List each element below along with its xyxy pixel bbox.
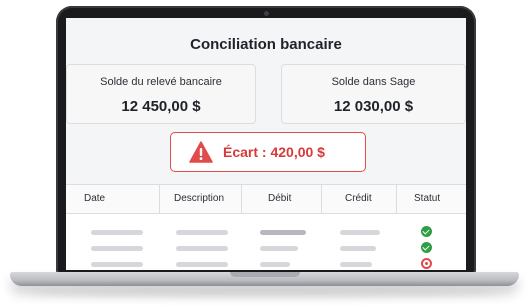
check-circle-icon [421, 226, 432, 237]
statement-balance-label: Solde du relevé bancaire [100, 76, 222, 88]
discrepancy-text: Écart : 420,00 $ [223, 144, 325, 160]
page-title: Conciliation bancaire [190, 36, 342, 53]
sage-balance-value: 12 030,00 $ [333, 98, 414, 115]
column-header-status[interactable]: Statut [414, 193, 440, 204]
laptop-scene: Conciliation bancaire Solde du relevé ba… [0, 0, 529, 308]
credit-placeholder [340, 246, 376, 251]
error-circle-icon [421, 258, 432, 269]
warning-triangle-icon [189, 141, 213, 163]
description-placeholder [176, 246, 228, 251]
date-placeholder [91, 246, 143, 251]
laptop-lid: Conciliation bancaire Solde du relevé ba… [56, 6, 476, 274]
sage-balance-card: Solde dans Sage 12 030,00 $ [281, 64, 466, 124]
table-row[interactable] [66, 221, 466, 237]
table-row[interactable] [66, 253, 466, 269]
credit-placeholder [340, 262, 372, 267]
date-placeholder [91, 262, 143, 267]
column-header-debit[interactable]: Débit [268, 193, 291, 204]
table-header: Date Description Débit Crédit Statut [66, 185, 466, 214]
laptop-shadow [30, 288, 499, 298]
check-circle-icon [421, 242, 432, 253]
table-row[interactable] [66, 237, 466, 253]
column-header-description[interactable]: Description [174, 193, 224, 204]
debit-placeholder [260, 246, 298, 251]
camera-icon [264, 11, 269, 16]
debit-placeholder [260, 230, 306, 235]
laptop-base [10, 272, 519, 286]
sage-balance-label: Solde dans Sage [331, 76, 416, 88]
credit-placeholder [340, 230, 380, 235]
date-placeholder [91, 230, 143, 235]
column-header-credit[interactable]: Crédit [345, 193, 372, 204]
debit-placeholder [260, 262, 290, 267]
statement-balance-value: 12 450,00 $ [121, 98, 201, 115]
discrepancy-alert: Écart : 420,00 $ [170, 132, 366, 172]
transactions-table: Date Description Débit Crédit Statut [66, 184, 466, 270]
laptop-notch [229, 272, 300, 277]
description-placeholder [176, 230, 228, 235]
description-placeholder [176, 262, 228, 267]
statement-balance-card: Solde du relevé bancaire 12 450,00 $ [66, 64, 256, 124]
column-header-date[interactable]: Date [84, 193, 105, 204]
laptop-screen: Conciliation bancaire Solde du relevé ba… [66, 18, 466, 270]
